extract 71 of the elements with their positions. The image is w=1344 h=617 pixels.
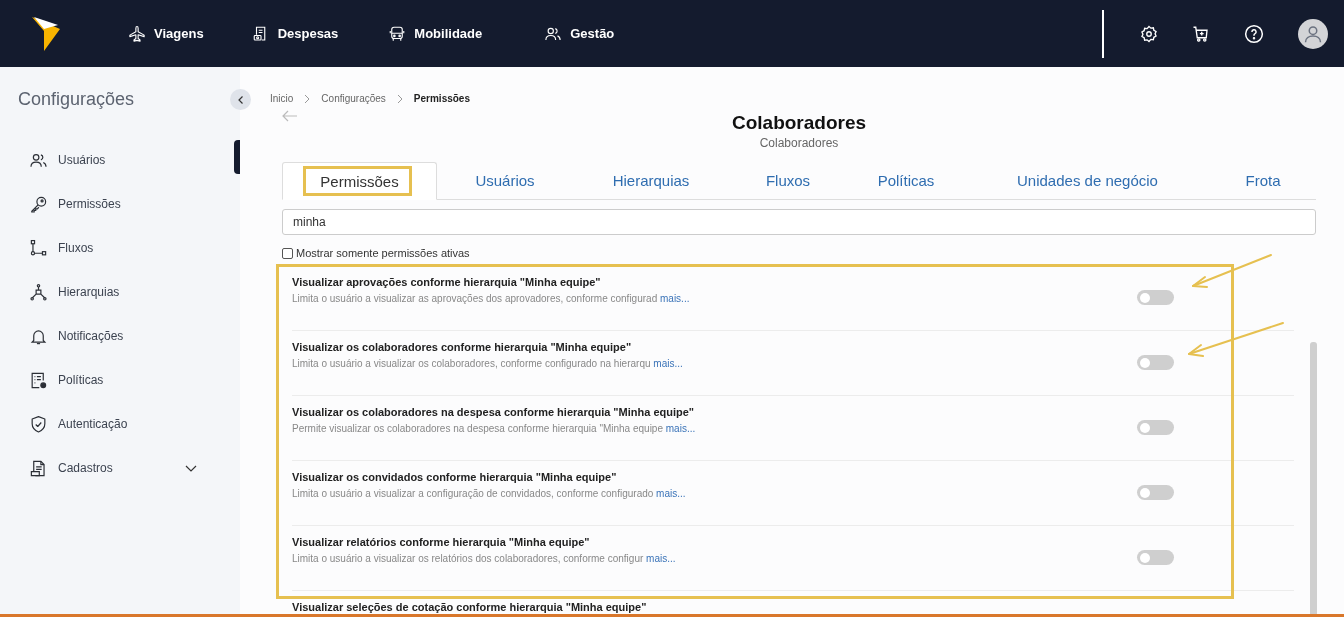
toggle-switch[interactable] [1137, 355, 1174, 370]
tab[interactable]: Fluxos [729, 162, 847, 200]
permission-description: Limita o usuário a visualizar os colaboradores, conforme configurado na hierarqu mais... [292, 358, 684, 369]
tab[interactable]: Permissões [282, 162, 437, 200]
collapse-button[interactable] [230, 89, 251, 110]
toggle-switch[interactable] [1137, 550, 1174, 565]
page-subtitle: Colaboradores [759, 136, 839, 150]
permission-description: Permite visualizar os colaboradores na despesa conforme hierarquia "Minha equipe mais... [292, 423, 697, 434]
help-icon [1244, 23, 1264, 44]
shield-check-icon [29, 414, 48, 434]
sidebar-item[interactable]: Fluxos [0, 226, 230, 270]
cart-button[interactable] [1192, 24, 1210, 43]
cart-add-icon [1192, 24, 1210, 43]
sidebar-item[interactable]: Políticas [0, 358, 230, 402]
document-icon [29, 458, 48, 478]
help-button[interactable] [1244, 23, 1264, 44]
permission-description: Limita o usuário a visualizar a configuração de convidados, conforme configurado mais... [292, 488, 687, 499]
bus-icon [388, 24, 407, 43]
permission-title: Visualizar os colaboradores na despesa conforme hierarquia "Minha equipe" [292, 406, 696, 418]
sidebar-item[interactable]: Autenticação [0, 402, 230, 446]
logo-icon[interactable] [32, 16, 60, 51]
flow-icon [29, 238, 48, 258]
scrollbar[interactable] [1310, 342, 1317, 617]
sidebar-title: Configurações [18, 89, 136, 110]
checkbox[interactable] [282, 247, 293, 259]
more-link[interactable]: mais... [665, 423, 696, 434]
nav-link[interactable]: Viagens [128, 24, 204, 43]
tab[interactable]: Frota [1210, 162, 1316, 200]
sidebar-item[interactable]: Cadastros [0, 446, 230, 490]
more-link[interactable]: mais... [646, 553, 676, 564]
nav-link[interactable]: Despesas [251, 24, 339, 43]
back-button[interactable] [282, 110, 298, 122]
tab[interactable]: Hierarquias [573, 162, 729, 200]
sidebar-indicator [234, 140, 240, 174]
permission-title: Visualizar aprovações conforme hierarquia "Minha equipe" [292, 276, 602, 288]
nav-link[interactable]: Gestão [544, 24, 615, 43]
permission-title: Visualizar seleções de cotação conforme hierarquia "Minha equipe" [292, 601, 648, 613]
more-link[interactable]: mais... [653, 358, 683, 369]
toggle-switch[interactable] [1137, 485, 1174, 500]
avatar[interactable] [1298, 18, 1328, 49]
checkbox-label: Mostrar somente permissões ativas [296, 247, 470, 259]
breadcrumb-current: Permissões [413, 93, 470, 104]
chevron-right-icon [303, 93, 312, 104]
key-icon [29, 194, 48, 214]
tab[interactable]: Unidades de negócio [965, 162, 1210, 200]
permission-description: Limita o usuário a visualizar os relatórios dos colaboradores, conforme configur mais... [292, 553, 677, 564]
chevron-right-icon [395, 93, 404, 104]
tab[interactable]: Usuários [437, 162, 573, 200]
permission-title: Visualizar os convidados conforme hierarquia "Minha equipe" [292, 471, 618, 483]
settings-icon [1140, 24, 1158, 43]
page-title: Colaboradores [731, 111, 867, 134]
tab[interactable]: Políticas [847, 162, 965, 200]
breadcrumb-link[interactable]: Configurações [321, 93, 386, 104]
sidebar-item[interactable]: Permissões [0, 182, 230, 226]
permission-title: Visualizar os colaboradores conforme hierarquia "Minha equipe" [292, 341, 633, 353]
toggle-switch[interactable] [1137, 420, 1174, 435]
permission-title: Visualizar relatórios conforme hierarquia "Minha equipe" [292, 536, 591, 548]
plane-icon [128, 24, 146, 43]
more-link[interactable]: mais... [656, 488, 686, 499]
permission-description: Limita o usuário a visualizar as aprovações dos aprovadores, conforme configurad mais... [292, 293, 691, 304]
sidebar-item[interactable]: Notificações [0, 314, 230, 358]
nav-link[interactable]: Mobilidade [388, 24, 483, 43]
sidebar-item[interactable]: Hierarquias [0, 270, 230, 314]
breadcrumb-link[interactable]: Inicio [270, 93, 294, 104]
policy-document-icon [29, 370, 48, 390]
sidebar-item[interactable]: Usuários [0, 138, 230, 182]
toggle-switch[interactable] [1137, 290, 1174, 305]
hierarchy-icon [29, 282, 48, 302]
more-link[interactable]: mais... [660, 293, 690, 304]
settings-button[interactable] [1140, 24, 1158, 43]
search-field[interactable]: minha [282, 209, 1316, 235]
